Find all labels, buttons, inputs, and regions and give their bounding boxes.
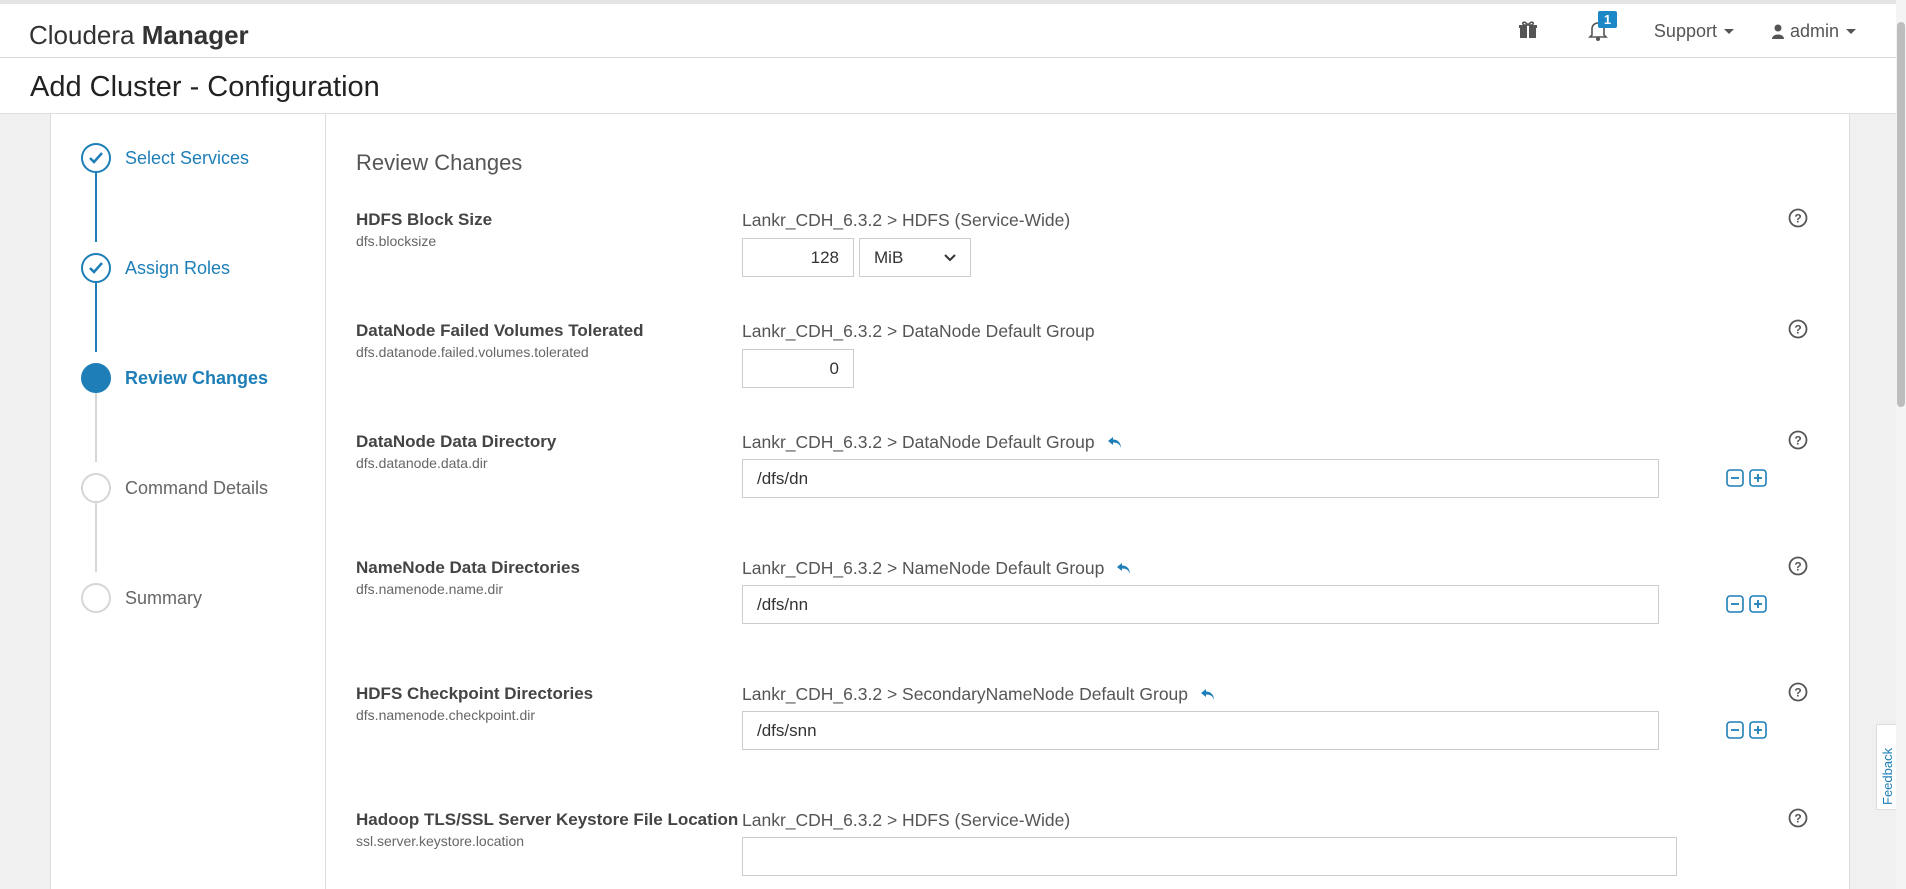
wizard-steps-sidebar: Select Services Assign Roles Review Chan… <box>51 114 326 889</box>
namenode-data-dir-input[interactable]: /dfs/nn <box>742 585 1659 624</box>
wizard-step-assign-roles[interactable]: Assign Roles <box>81 253 230 283</box>
wizard-step-summary: Summary <box>81 583 202 613</box>
property-scope: Lankr_CDH_6.3.2 > DataNode Default Group <box>742 321 1095 342</box>
check-icon <box>81 143 111 173</box>
scope-label: Lankr_CDH_6.3.2 > HDFS (Service-Wide) <box>742 810 1071 830</box>
notification-count-badge: 1 <box>1597 11 1618 28</box>
property-name: NameNode Data Directories <box>356 558 580 577</box>
undo-icon[interactable] <box>1107 436 1123 450</box>
svg-text:?: ? <box>1794 434 1801 448</box>
feedback-label: Feedback <box>1880 747 1895 805</box>
user-menu-label: admin <box>1789 20 1839 41</box>
failed-volumes-input[interactable]: 0 <box>742 349 854 388</box>
property-scope: Lankr_CDH_6.3.2 > NameNode Default Group <box>742 558 1132 579</box>
block-size-input[interactable]: 128 <box>742 238 854 277</box>
property-key: dfs.namenode.name.dir <box>356 581 504 597</box>
help-icon[interactable]: ? <box>1788 682 1808 702</box>
property-scope: Lankr_CDH_6.3.2 > HDFS (Service-Wide) <box>742 210 1070 231</box>
scope-label: Lankr_CDH_6.3.2 > NameNode Default Group <box>742 558 1105 578</box>
review-changes-content: Review Changes HDFS Block Size dfs.block… <box>356 114 1826 889</box>
help-icon[interactable]: ? <box>1788 808 1808 828</box>
property-key: dfs.namenode.checkpoint.dir <box>356 707 535 723</box>
property-scope: Lankr_CDH_6.3.2 > DataNode Default Group <box>742 432 1123 453</box>
chevron-down-icon <box>1846 28 1856 34</box>
undo-icon[interactable] <box>1200 688 1216 702</box>
wizard-step-label: Summary <box>125 587 203 608</box>
chevron-down-icon <box>944 253 956 261</box>
scope-label: Lankr_CDH_6.3.2 > DataNode Default Group <box>742 321 1095 341</box>
add-row-icon[interactable] <box>1749 595 1767 613</box>
scope-label: Lankr_CDH_6.3.2 > DataNode Default Group <box>742 432 1095 452</box>
svg-text:?: ? <box>1794 560 1801 574</box>
property-key: ssl.server.keystore.location <box>356 833 525 849</box>
property-scope: Lankr_CDH_6.3.2 > HDFS (Service-Wide) <box>742 810 1070 831</box>
svg-text:?: ? <box>1794 686 1801 700</box>
brand-logo[interactable]: Cloudera Manager <box>29 20 249 51</box>
pending-step-icon <box>81 583 111 613</box>
user-icon <box>1771 24 1784 39</box>
page-header: Add Cluster - Configuration <box>0 58 1906 114</box>
keystore-location-input[interactable] <box>742 837 1677 876</box>
wizard-step-review-changes[interactable]: Review Changes <box>81 363 268 393</box>
help-icon[interactable]: ? <box>1788 556 1808 576</box>
help-icon[interactable]: ? <box>1788 319 1808 339</box>
scope-label: Lankr_CDH_6.3.2 > SecondaryNameNode Defa… <box>742 684 1189 704</box>
wizard-step-label: Assign Roles <box>125 257 231 278</box>
section-title: Review Changes <box>356 150 523 175</box>
svg-text:?: ? <box>1794 212 1801 226</box>
user-menu[interactable]: admin <box>1771 20 1856 42</box>
property-name: HDFS Checkpoint Directories <box>356 684 594 703</box>
remove-row-icon[interactable] <box>1726 595 1744 613</box>
help-icon[interactable]: ? <box>1788 208 1808 228</box>
help-icon[interactable]: ? <box>1788 430 1808 450</box>
property-name: HDFS Block Size <box>356 210 493 229</box>
property-name: DataNode Failed Volumes Tolerated <box>356 321 644 340</box>
property-scope: Lankr_CDH_6.3.2 > SecondaryNameNode Defa… <box>742 684 1216 705</box>
add-row-icon[interactable] <box>1749 721 1767 739</box>
svg-text:?: ? <box>1794 812 1801 826</box>
notification-icon[interactable]: 1 <box>1587 11 1618 42</box>
check-icon <box>81 253 111 283</box>
svg-text:?: ? <box>1794 323 1801 337</box>
unit-select-value: MiB <box>874 247 904 267</box>
property-key: dfs.datanode.failed.volumes.tolerated <box>356 344 589 360</box>
pending-step-icon <box>81 473 111 503</box>
brand-name-light: Cloudera <box>29 20 135 50</box>
property-name: DataNode Data Directory <box>356 432 557 451</box>
wizard-step-label: Select Services <box>125 147 250 168</box>
remove-row-icon[interactable] <box>1726 721 1744 739</box>
wizard-step-label: Command Details <box>125 477 269 498</box>
property-key: dfs.blocksize <box>356 233 437 249</box>
active-step-icon <box>81 363 111 393</box>
chevron-down-icon <box>1723 28 1734 34</box>
gift-icon[interactable] <box>1518 20 1540 42</box>
block-size-unit-select[interactable]: MiB <box>859 238 971 277</box>
wizard-step-label: Review Changes <box>125 367 269 388</box>
scope-label: Lankr_CDH_6.3.2 > HDFS (Service-Wide) <box>742 210 1071 230</box>
property-name: Hadoop TLS/SSL Server Keystore File Loca… <box>356 810 739 829</box>
datanode-data-dir-input[interactable]: /dfs/dn <box>742 459 1659 498</box>
brand-name-bold: Manager <box>141 20 249 50</box>
remove-row-icon[interactable] <box>1726 469 1744 487</box>
page-scrollbar[interactable] <box>1896 0 1906 889</box>
support-menu[interactable]: Support <box>1654 21 1734 42</box>
scrollbar-thumb[interactable] <box>1897 22 1905 407</box>
undo-icon[interactable] <box>1116 562 1132 576</box>
page-title: Add Cluster - Configuration <box>30 71 380 103</box>
property-key: dfs.datanode.data.dir <box>356 455 488 471</box>
wizard-panel: Select Services Assign Roles Review Chan… <box>50 114 1850 889</box>
wizard-step-select-services[interactable]: Select Services <box>81 143 249 173</box>
wizard-step-command-details: Command Details <box>81 473 268 503</box>
support-menu-label: Support <box>1653 20 1717 41</box>
checkpoint-dir-input[interactable]: /dfs/snn <box>742 711 1659 750</box>
top-navbar: Cloudera Manager 1 Support admin <box>0 0 1906 58</box>
add-row-icon[interactable] <box>1749 469 1767 487</box>
